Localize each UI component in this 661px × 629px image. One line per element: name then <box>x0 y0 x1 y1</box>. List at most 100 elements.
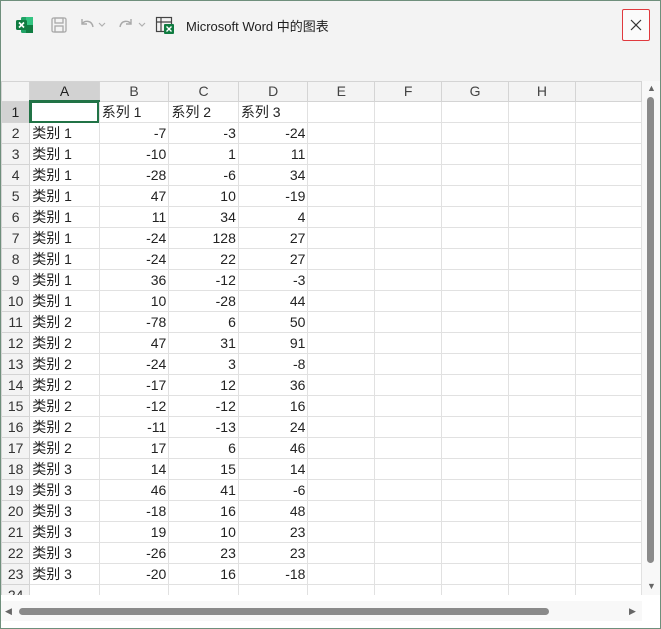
grid-cell[interactable] <box>374 122 443 144</box>
active-cell[interactable] <box>29 100 100 123</box>
value-cell[interactable]: 3 <box>168 353 239 375</box>
row-header[interactable]: 18 <box>1 458 31 480</box>
category-cell[interactable]: 类别 3 <box>29 521 100 543</box>
grid-cell[interactable] <box>574 248 642 270</box>
grid-cell[interactable] <box>574 353 642 375</box>
value-cell[interactable]: 6 <box>168 311 239 333</box>
redo-icon[interactable] <box>116 15 136 35</box>
grid-cell[interactable] <box>307 143 376 165</box>
grid-cell[interactable] <box>508 458 576 480</box>
grid-cell[interactable] <box>508 542 576 564</box>
value-cell[interactable]: 17 <box>98 437 170 459</box>
grid-cell[interactable] <box>441 416 509 438</box>
grid-cell[interactable] <box>574 332 642 354</box>
row-header[interactable]: 15 <box>1 395 31 417</box>
category-cell[interactable]: 类别 1 <box>29 206 100 228</box>
grid-cell[interactable] <box>374 458 443 480</box>
scroll-right-icon[interactable]: ▶ <box>629 606 636 617</box>
grid-cell[interactable] <box>374 500 443 522</box>
grid-cell[interactable] <box>441 164 509 186</box>
value-cell[interactable]: -10 <box>98 143 170 165</box>
value-cell[interactable]: -20 <box>98 563 170 585</box>
undo-dropdown-chevron-icon[interactable] <box>97 18 107 32</box>
grid-cell[interactable] <box>574 143 642 165</box>
grid-cell[interactable] <box>508 269 576 291</box>
value-cell[interactable]: 23 <box>237 542 309 564</box>
grid-cell[interactable] <box>441 332 509 354</box>
row-header[interactable]: 10 <box>1 290 31 312</box>
grid-cell[interactable] <box>307 521 376 543</box>
value-cell[interactable]: 48 <box>237 500 309 522</box>
grid-cell[interactable] <box>374 416 443 438</box>
grid-cell[interactable] <box>508 395 576 417</box>
value-cell[interactable]: 4 <box>237 206 309 228</box>
grid-cell[interactable] <box>508 416 576 438</box>
grid-cell[interactable] <box>374 227 443 249</box>
grid-cell[interactable] <box>237 584 309 595</box>
row-header[interactable]: 9 <box>1 269 31 291</box>
category-cell[interactable]: 类别 1 <box>29 164 100 186</box>
grid-cell[interactable] <box>307 122 376 144</box>
horizontal-scroll-thumb[interactable] <box>19 608 549 615</box>
grid-cell[interactable] <box>307 290 376 312</box>
grid-cell[interactable] <box>307 206 376 228</box>
value-cell[interactable]: 91 <box>237 332 309 354</box>
column-header-e[interactable]: E <box>307 81 376 102</box>
grid-cell[interactable] <box>374 353 443 375</box>
value-cell[interactable]: 11 <box>237 143 309 165</box>
row-header[interactable]: 12 <box>1 332 31 354</box>
row-header[interactable]: 19 <box>1 479 31 501</box>
grid-cell[interactable] <box>374 311 443 333</box>
redo-dropdown-chevron-icon[interactable] <box>137 18 147 32</box>
grid-cell[interactable] <box>574 521 642 543</box>
grid-cell[interactable] <box>441 269 509 291</box>
grid-cell[interactable] <box>508 500 576 522</box>
row-header[interactable]: 7 <box>1 227 31 249</box>
row-header[interactable]: 4 <box>1 164 31 186</box>
column-header-c[interactable]: C <box>168 81 239 102</box>
grid-cell[interactable] <box>441 479 509 501</box>
grid-cell[interactable] <box>307 542 376 564</box>
value-cell[interactable]: 47 <box>98 332 170 354</box>
value-cell[interactable]: 16 <box>168 563 239 585</box>
value-cell[interactable]: -19 <box>237 185 309 207</box>
category-cell[interactable]: 类别 2 <box>29 395 100 417</box>
grid-cell[interactable] <box>374 479 443 501</box>
row-header[interactable]: 24 <box>1 584 31 595</box>
grid-cell[interactable] <box>307 374 376 396</box>
grid-cell[interactable] <box>508 563 576 585</box>
category-cell[interactable]: 类别 2 <box>29 311 100 333</box>
grid-cell[interactable] <box>441 437 509 459</box>
value-cell[interactable]: 47 <box>98 185 170 207</box>
value-cell[interactable]: 14 <box>98 458 170 480</box>
value-cell[interactable]: 11 <box>98 206 170 228</box>
grid-cell[interactable] <box>374 332 443 354</box>
grid-cell[interactable] <box>574 563 642 585</box>
value-cell[interactable]: -28 <box>98 164 170 186</box>
edit-data-in-excel-icon[interactable] <box>155 15 175 35</box>
value-cell[interactable]: 12 <box>168 374 239 396</box>
grid-cell[interactable] <box>441 185 509 207</box>
grid-cell[interactable] <box>574 395 642 417</box>
value-cell[interactable]: -24 <box>98 227 170 249</box>
row-header[interactable]: 6 <box>1 206 31 228</box>
category-cell[interactable]: 类别 1 <box>29 122 100 144</box>
value-cell[interactable]: -12 <box>168 269 239 291</box>
grid-cell[interactable] <box>574 164 642 186</box>
grid-cell[interactable] <box>307 100 376 123</box>
grid-cell[interactable] <box>29 584 100 595</box>
row-header[interactable]: 22 <box>1 542 31 564</box>
column-header-partial[interactable] <box>574 81 642 102</box>
value-cell[interactable]: 6 <box>168 437 239 459</box>
scroll-up-icon[interactable]: ▲ <box>647 83 656 93</box>
column-header-d[interactable]: D <box>237 81 309 102</box>
value-cell[interactable]: 46 <box>98 479 170 501</box>
value-cell[interactable]: 46 <box>237 437 309 459</box>
grid-cell[interactable] <box>574 416 642 438</box>
scroll-down-icon[interactable]: ▼ <box>647 581 656 591</box>
value-cell[interactable]: -18 <box>237 563 309 585</box>
grid-cell[interactable] <box>307 584 376 595</box>
column-header-b[interactable]: B <box>98 81 170 102</box>
category-cell[interactable]: 类别 2 <box>29 374 100 396</box>
grid-cell[interactable] <box>441 227 509 249</box>
